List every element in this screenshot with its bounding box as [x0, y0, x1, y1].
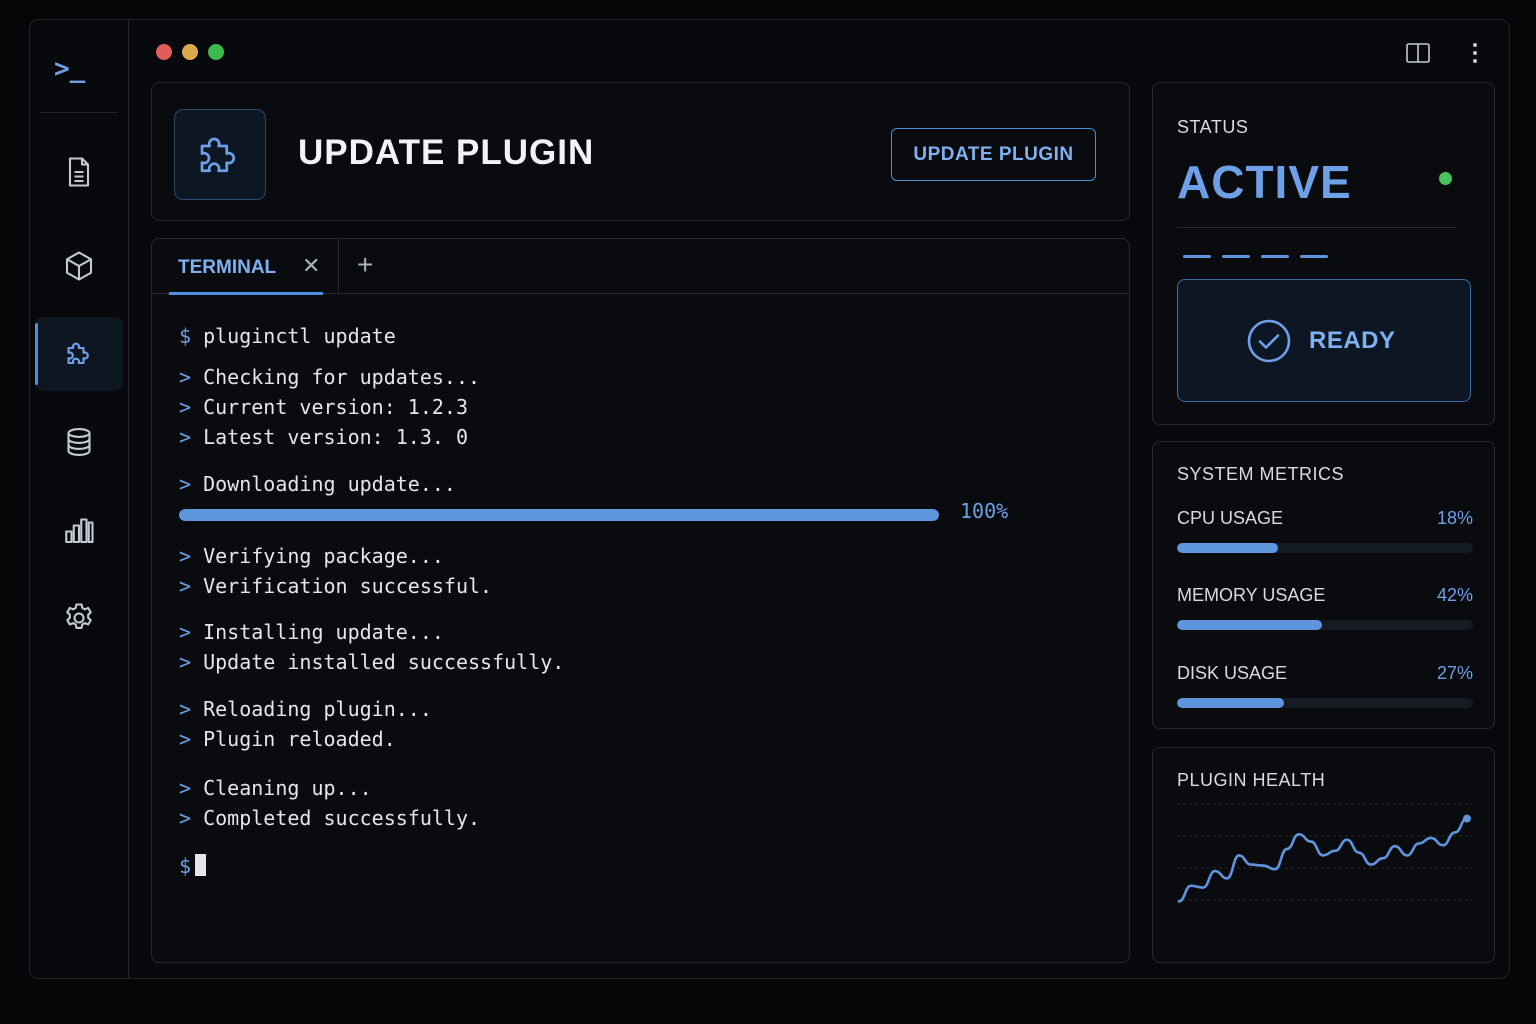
sidebar-item-database[interactable] [35, 405, 123, 479]
metric-value: 18% [1436, 508, 1473, 528]
active-tab-indicator [169, 292, 323, 295]
terminal-line: > Downloading update... [179, 472, 456, 496]
puzzle-icon [67, 342, 89, 365]
cube-icon [65, 251, 93, 281]
terminal-line: > Reloading plugin... [179, 697, 432, 721]
plugin-tile [174, 109, 266, 200]
status-value: ACTIVE [1177, 156, 1352, 208]
plugin-header: UPDATE PLUGIN UPDATE PLUGIN [151, 82, 1130, 221]
download-progress-fill [179, 509, 939, 521]
health-line-chart [1177, 803, 1473, 903]
sidebar-divider [40, 112, 118, 113]
sidebar-item-files[interactable] [35, 135, 123, 209]
metric-value: 27% [1436, 663, 1473, 683]
maximize-window-button[interactable] [208, 44, 224, 60]
terminal-line: > Installing update... [179, 620, 444, 644]
terminal-line: > Cleaning up... [179, 776, 372, 800]
database-icon [67, 428, 91, 456]
terminal-logo-icon[interactable]: >_ [54, 54, 98, 88]
plugin-health-card: PLUGIN HEALTH [1152, 747, 1495, 963]
metric-name: CPU USAGE [1177, 508, 1284, 528]
terminal-line: > Latest version: 1.3. 0 [179, 425, 468, 449]
more-vertical-icon [1473, 43, 1477, 63]
metric-name: DISK USAGE [1177, 663, 1288, 683]
terminal-line: > Update installed successfully. [179, 650, 565, 674]
split-view-button[interactable] [1403, 38, 1433, 68]
terminal-line: > Checking for updates... [179, 365, 481, 389]
sidebar-item-packages[interactable] [35, 229, 123, 303]
metric-bar [1177, 620, 1473, 630]
terminal-line: > Completed successfully. [179, 806, 481, 830]
split-view-icon [1406, 43, 1430, 63]
update-plugin-button[interactable]: UPDATE PLUGIN [891, 128, 1096, 181]
download-progress-label: 100% [960, 499, 1009, 523]
app-window: >_ UPDATE PLUGIN UPDATE PLUGIN TERMINAL … [29, 19, 1510, 979]
metric-bar-fill [1177, 543, 1278, 553]
terminal-cursor [195, 854, 207, 876]
health-title: PLUGIN HEALTH [1177, 770, 1326, 790]
window-traffic-lights [156, 44, 224, 60]
sidebar: >_ [30, 20, 129, 978]
prompt-symbol: $ [179, 324, 192, 348]
check-circle-icon [1247, 319, 1291, 363]
close-icon[interactable]: ✕ [302, 253, 320, 279]
terminal-line: > Current version: 1.2.3 [179, 395, 468, 419]
minimize-window-button[interactable] [182, 44, 198, 60]
metric-bar-fill [1177, 698, 1284, 708]
terminal-line: > Verification successful. [179, 574, 493, 598]
metric-bar-fill [1177, 620, 1323, 630]
status-label: STATUS [1177, 117, 1249, 137]
terminal-tabbar: TERMINAL ✕ + [152, 239, 1129, 295]
metric-bar [1177, 543, 1473, 553]
ready-indicator: READY [1177, 279, 1471, 402]
puzzle-icon [200, 137, 236, 172]
terminal-line: > Verifying package... [179, 544, 444, 568]
sidebar-item-plugins[interactable] [35, 317, 123, 391]
terminal-command: pluginctl update [203, 324, 396, 348]
status-indicator-dot [1439, 172, 1452, 185]
terminal-input-line[interactable]: $ [179, 854, 207, 878]
metric-value: 42% [1436, 585, 1473, 605]
add-tab-button[interactable]: + [357, 249, 373, 281]
gear-icon [66, 603, 92, 629]
close-window-button[interactable] [156, 44, 172, 60]
download-progress-bar [179, 509, 939, 521]
health-latest-point [1463, 814, 1471, 823]
prompt-symbol: $ [179, 854, 192, 878]
tab-terminal[interactable]: TERMINAL ✕ [152, 239, 339, 295]
tab-terminal-label: TERMINAL [178, 257, 277, 278]
bar-chart-icon [65, 518, 94, 544]
terminal-line: > Plugin reloaded. [179, 727, 396, 751]
system-metrics-card: SYSTEM METRICS CPU USAGE 18% MEMORY USAG… [1152, 441, 1495, 729]
file-icon [68, 157, 90, 187]
ready-label: READY [1309, 327, 1396, 354]
status-card: STATUS ACTIVE READY [1152, 82, 1495, 425]
status-divider [1177, 227, 1456, 228]
terminal-panel: TERMINAL ✕ + $ pluginctl update > Checki… [151, 238, 1130, 963]
sidebar-item-settings[interactable] [35, 581, 123, 655]
more-options-button[interactable] [1460, 38, 1490, 68]
status-dashes [1183, 255, 1328, 258]
sidebar-item-analytics[interactable] [35, 493, 123, 567]
metric-name: MEMORY USAGE [1177, 585, 1326, 605]
metrics-title: SYSTEM METRICS [1177, 464, 1345, 484]
terminal-command-line: $ pluginctl update [179, 324, 396, 348]
health-series-line [1177, 817, 1469, 903]
page-title: UPDATE PLUGIN [298, 133, 595, 172]
metric-bar [1177, 698, 1473, 708]
